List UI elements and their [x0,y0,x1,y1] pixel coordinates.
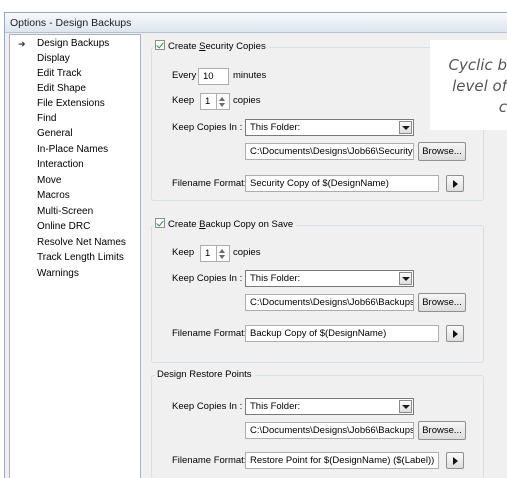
create-security-copies-checkbox[interactable]: Create Security Copies [153,40,269,54]
filename-format-input[interactable]: Security Copy of $(DesignName) [245,175,439,192]
title-bar: Options - Design Backups [5,13,507,33]
overlay-line-2: level of [452,77,507,95]
keep-label: Keep [172,95,195,106]
sidebar-item-label: File Extensions [37,98,105,109]
restore-path-input[interactable]: C:\Documents\Designs\Job66\Backups [245,422,414,439]
sidebar-item-label: In-Place Names [37,144,109,155]
sidebar-item-label: Resolve Net Names [37,237,126,248]
spin-up-icon[interactable] [219,97,225,101]
keep-label: Keep [172,247,195,258]
sidebar-item-label: Macros [37,190,70,201]
insert-macro-arrow-icon[interactable] [446,325,464,342]
keep-count-spinner[interactable] [217,93,230,110]
sidebar-item-label: Warnings [37,268,79,279]
checkbox-label-post: ecurity Copies [205,41,266,52]
select-value: This Folder: [250,401,301,412]
design-restore-points-caption: Design Restore Points [155,368,255,382]
sidebar-item-label: Multi-Screen [37,206,94,217]
window-title: Options - Design Backups [10,17,132,29]
checkbox-checked-icon[interactable] [155,40,165,50]
chevron-down-icon[interactable] [399,400,412,413]
filename-format-label: Filename Format: [172,328,247,339]
checkbox-label-post: ackup Copy on Save [205,219,294,230]
copies-label: copies [233,247,261,258]
sidebar-item-label: Online DRC [37,221,91,232]
sidebar-item-label: Edit Shape [37,83,86,94]
backup-path-input[interactable]: C:\Documents\Designs\Job66\Backups [245,294,414,311]
spin-down-icon[interactable] [219,255,225,259]
keep-count-input[interactable]: 1 [200,245,217,262]
sidebar-item-label: General [37,128,73,139]
filename-format-input[interactable]: Restore Point for $(DesignName) ($(Label… [245,452,439,469]
keep-copies-in-select[interactable]: This Folder: [245,398,414,415]
checkbox-label-pre: Create [168,41,200,52]
keep-copies-in-label: Keep Copies In : [172,273,243,284]
filename-format-input[interactable]: Backup Copy of $(DesignName) [245,325,439,342]
insert-macro-arrow-icon[interactable] [446,452,464,469]
options-category-list[interactable]: ➜ Design Backups Display Edit Track Edit… [9,34,141,478]
filename-format-label: Filename Format: [172,455,247,466]
filename-format-label: Filename Format: [172,178,247,189]
sidebar-item-label: Design Backups [37,38,110,49]
chevron-down-icon[interactable] [399,272,412,285]
chevron-down-icon[interactable] [399,121,412,134]
security-path-input[interactable]: C:\Documents\Designs\Job66\SecurityC [245,143,414,160]
select-value: This Folder: [250,122,301,133]
sidebar-item-label: Interaction [37,159,84,170]
checkbox-checked-icon[interactable] [155,218,165,228]
keep-count-spinner[interactable] [217,245,230,262]
checkbox-label-pre: Create [168,219,200,230]
overlay-line-3: c [498,98,507,116]
insert-macro-arrow-icon[interactable] [446,175,464,192]
keep-copies-in-select[interactable]: This Folder: [245,119,414,136]
minutes-label: minutes [233,70,267,81]
browse-button[interactable]: Browse... [418,293,466,312]
create-backup-on-save-checkbox[interactable]: Create Backup Copy on Save [153,218,297,232]
sidebar-item-label: Find [37,113,57,124]
sidebar-item-label: Display [37,53,70,64]
selected-arrow-icon: ➜ [18,39,26,49]
spin-up-icon[interactable] [219,249,225,253]
spin-down-icon[interactable] [219,103,225,107]
sidebar-item-label: Move [37,175,62,186]
overlay-caption: Cyclic b level of c [430,40,507,130]
keep-count-input[interactable]: 1 [200,93,217,110]
copies-label: copies [233,95,261,106]
every-minutes-input[interactable]: 10 [198,68,229,85]
select-value: This Folder: [250,273,301,284]
every-label: Every [172,70,197,81]
browse-button[interactable]: Browse... [418,421,466,440]
sidebar-item-label: Track Length Limits [37,252,124,263]
keep-copies-in-select[interactable]: This Folder: [245,270,414,287]
keep-copies-in-label: Keep Copies In : [172,401,243,412]
overlay-line-1: Cyclic b [448,56,507,74]
browse-button[interactable]: Browse... [418,142,466,161]
sidebar-item-label: Edit Track [37,68,82,79]
keep-copies-in-label: Keep Copies In : [172,122,243,133]
